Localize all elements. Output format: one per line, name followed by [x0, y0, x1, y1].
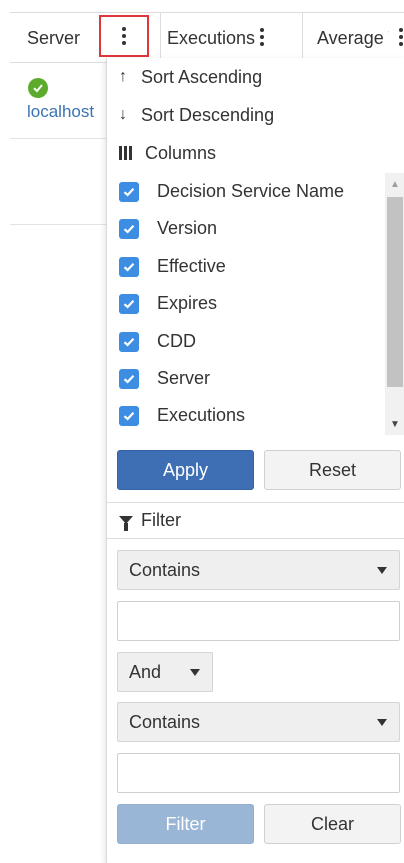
row-divider [10, 138, 106, 139]
columns-icon [119, 146, 139, 160]
column-option-label: Decision Service Name [157, 181, 345, 201]
check-icon [123, 187, 135, 197]
sort-descending-item[interactable]: ↓ Sort Descending [107, 96, 404, 134]
column-list: Decision Service Name Version Effective … [107, 173, 404, 435]
columns-section-header: Columns [107, 134, 404, 172]
clear-button[interactable]: Clear [264, 804, 401, 844]
columns-title: Columns [145, 142, 217, 163]
grid-header: Server Executions Average Time [10, 12, 404, 63]
sort-desc-icon: ↓ [119, 106, 127, 123]
caret-down-icon [377, 719, 387, 726]
select-value: Contains [129, 559, 201, 580]
menu-item-label: Sort Descending [141, 104, 275, 125]
server-link[interactable]: localhost [27, 102, 94, 122]
filter-logic-select[interactable]: And [117, 652, 213, 692]
column-option-label: Version [157, 218, 218, 238]
filter-section-header: Filter [107, 502, 404, 539]
scroll-down-arrow-icon[interactable]: ▼ [385, 413, 404, 435]
column-list-scrollbar[interactable]: ▲ ▼ [385, 173, 404, 435]
filter-button[interactable]: Filter [117, 804, 254, 844]
select-value: Contains [129, 711, 201, 732]
row-divider [10, 224, 106, 225]
sort-ascending-item[interactable]: ↑ Sort Ascending [107, 58, 404, 96]
caret-down-icon [190, 669, 200, 676]
checkbox[interactable] [119, 368, 139, 389]
column-header-executions[interactable]: Executions [160, 13, 302, 63]
filter-value-input-1[interactable] [117, 601, 400, 641]
column-option-expires[interactable]: Expires [107, 285, 385, 322]
menu-item-label: Sort Ascending [141, 66, 263, 87]
table-row: localhost [10, 64, 106, 138]
sort-asc-icon: ↑ [119, 68, 127, 85]
check-icon [123, 299, 135, 309]
check-icon [123, 262, 135, 272]
column-header-label: Average Time [317, 27, 389, 48]
status-ok-icon [28, 78, 48, 98]
column-option-version[interactable]: Version [107, 210, 385, 247]
column-header-label: Executions [167, 27, 256, 48]
filter-operator-select-2[interactable]: Contains [117, 702, 400, 742]
kebab-icon[interactable] [256, 26, 268, 48]
checkbox[interactable] [119, 256, 139, 277]
filter-operator-select-1[interactable]: Contains [117, 550, 400, 590]
kebab-icon [118, 25, 130, 47]
checkbox[interactable] [119, 331, 139, 352]
scroll-thumb[interactable] [387, 197, 403, 387]
checkbox[interactable] [119, 181, 139, 202]
filter-icon [119, 515, 133, 531]
filter-value-input-2[interactable] [117, 753, 400, 793]
checkbox[interactable] [119, 405, 139, 426]
column-header-label: Server [27, 27, 81, 48]
check-icon [123, 374, 135, 384]
column-option-executions[interactable]: Executions [107, 397, 385, 434]
column-option-effective[interactable]: Effective [107, 248, 385, 285]
column-option-label: Server [157, 368, 211, 388]
checkbox[interactable] [119, 293, 139, 314]
column-option-label: Expires [157, 293, 218, 313]
column-option-server[interactable]: Server [107, 360, 385, 397]
column-option-label: CDD [157, 331, 196, 351]
select-value: And [129, 661, 162, 682]
check-icon [123, 337, 135, 347]
check-icon [123, 411, 135, 421]
column-option-cdd[interactable]: CDD [107, 323, 385, 360]
column-menu: ↑ Sort Ascending ↓ Sort Descending Colum… [106, 58, 404, 863]
scroll-up-arrow-icon[interactable]: ▲ [385, 173, 404, 195]
column-option-decision-service-name[interactable]: Decision Service Name [107, 173, 385, 210]
server-column-menu-button[interactable] [99, 15, 149, 57]
column-header-average-time[interactable]: Average Time [302, 13, 404, 63]
filter-title: Filter [141, 510, 181, 530]
reset-button[interactable]: Reset [264, 450, 401, 490]
check-icon [123, 224, 135, 234]
column-option-label: Effective [157, 256, 226, 276]
apply-button[interactable]: Apply [117, 450, 254, 490]
column-option-label: Executions [157, 405, 246, 425]
kebab-icon[interactable] [395, 26, 404, 48]
checkbox[interactable] [119, 218, 139, 239]
caret-down-icon [377, 567, 387, 574]
